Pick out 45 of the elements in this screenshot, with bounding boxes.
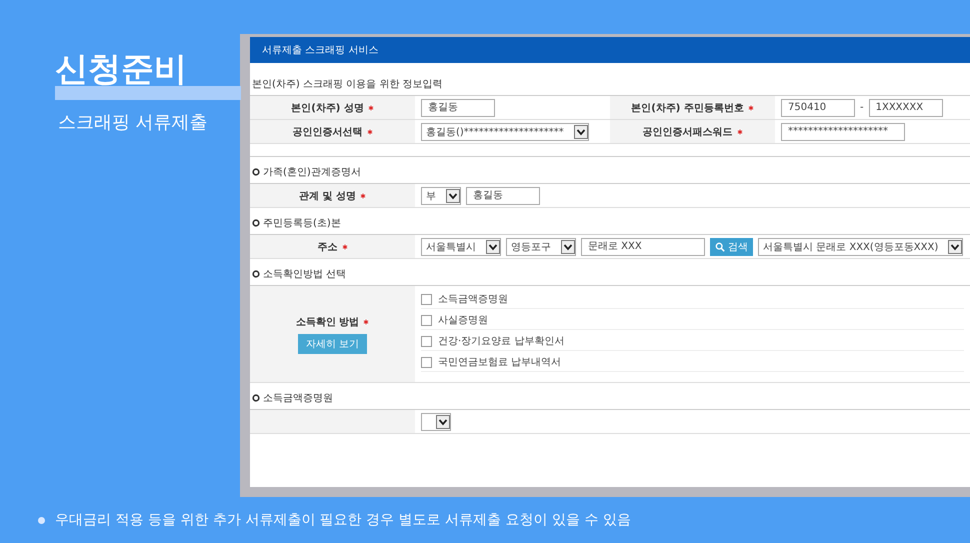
field-label: 본인(차주) 주민등록번호 xyxy=(631,102,744,114)
checkbox[interactable] xyxy=(421,314,432,326)
field-label: 공인인증서패스워드 xyxy=(642,126,732,138)
section-title: 주민등록등(초)본 xyxy=(263,217,341,230)
checkbox-label: 건강·장기요양료 납부확인서 xyxy=(438,335,564,348)
slide-title: 신청준비 xyxy=(55,52,187,86)
dropdown[interactable]: 영등포구 xyxy=(506,238,576,256)
separator-text: - xyxy=(860,102,864,113)
caret-icon xyxy=(486,240,500,254)
dropdown[interactable] xyxy=(421,412,451,430)
field-label: 본인(차주) 성명 xyxy=(291,102,364,114)
checkbox[interactable] xyxy=(421,356,432,368)
caret-icon xyxy=(574,124,588,138)
dropdown[interactable]: 서울특별시 xyxy=(421,238,501,256)
input-field[interactable]: 문래로 XXX xyxy=(581,238,705,256)
bullet-dot-icon xyxy=(38,516,45,524)
slide-subtitle: 스크래핑 서류제출 xyxy=(58,111,209,134)
input-field[interactable]: 홍길동 xyxy=(466,186,540,204)
input-field[interactable]: 홍길동 xyxy=(421,98,495,116)
section-title: 가족(혼인)관계증명서 xyxy=(263,166,361,179)
caption-text: 우대금리 적용 등을 위한 추가 서류제출이 필요한 경우 별도로 서류제출 요청이 있을 수 있음 xyxy=(55,511,631,529)
checkbox[interactable] xyxy=(421,294,432,304)
input-field[interactable]: 750410 xyxy=(781,98,855,116)
checkbox[interactable] xyxy=(421,336,432,346)
dropdown[interactable]: 홍길동()******************** xyxy=(421,122,589,140)
input-field[interactable]: 1XXXXXX xyxy=(868,98,943,116)
input-field[interactable]: ******************** xyxy=(781,122,905,140)
field-label: 관계 및 성명 xyxy=(299,190,356,202)
caret-icon xyxy=(446,188,460,202)
field-label: 공인인증서선택 xyxy=(292,126,362,138)
field-label: 소득확인 방법 xyxy=(296,316,360,328)
field-label: 주소 xyxy=(318,240,338,254)
checkbox-label: 소득금액증명원 xyxy=(438,293,508,306)
section-title: 본인(차주) 스크래핑 이용을 위한 정보입력 xyxy=(252,78,443,91)
caret-icon xyxy=(948,240,962,254)
dropdown[interactable]: 서울특별시 문래로 XXX(영등포동XXX) xyxy=(758,238,964,256)
page-header: 서류제출 스크래핑 서비스 xyxy=(250,37,970,63)
checkbox-label: 사실증명원 xyxy=(438,314,488,327)
dropdown[interactable]: 부 xyxy=(421,186,461,204)
caret-icon xyxy=(436,414,450,428)
checkbox-label: 국민연금보험료 납부내역서 xyxy=(438,356,562,369)
section-title: 소득금액증명원 xyxy=(263,392,333,405)
section-title: 소득확인방법 선택 xyxy=(263,268,346,281)
search-icon xyxy=(715,242,725,252)
caret-icon xyxy=(561,240,575,254)
